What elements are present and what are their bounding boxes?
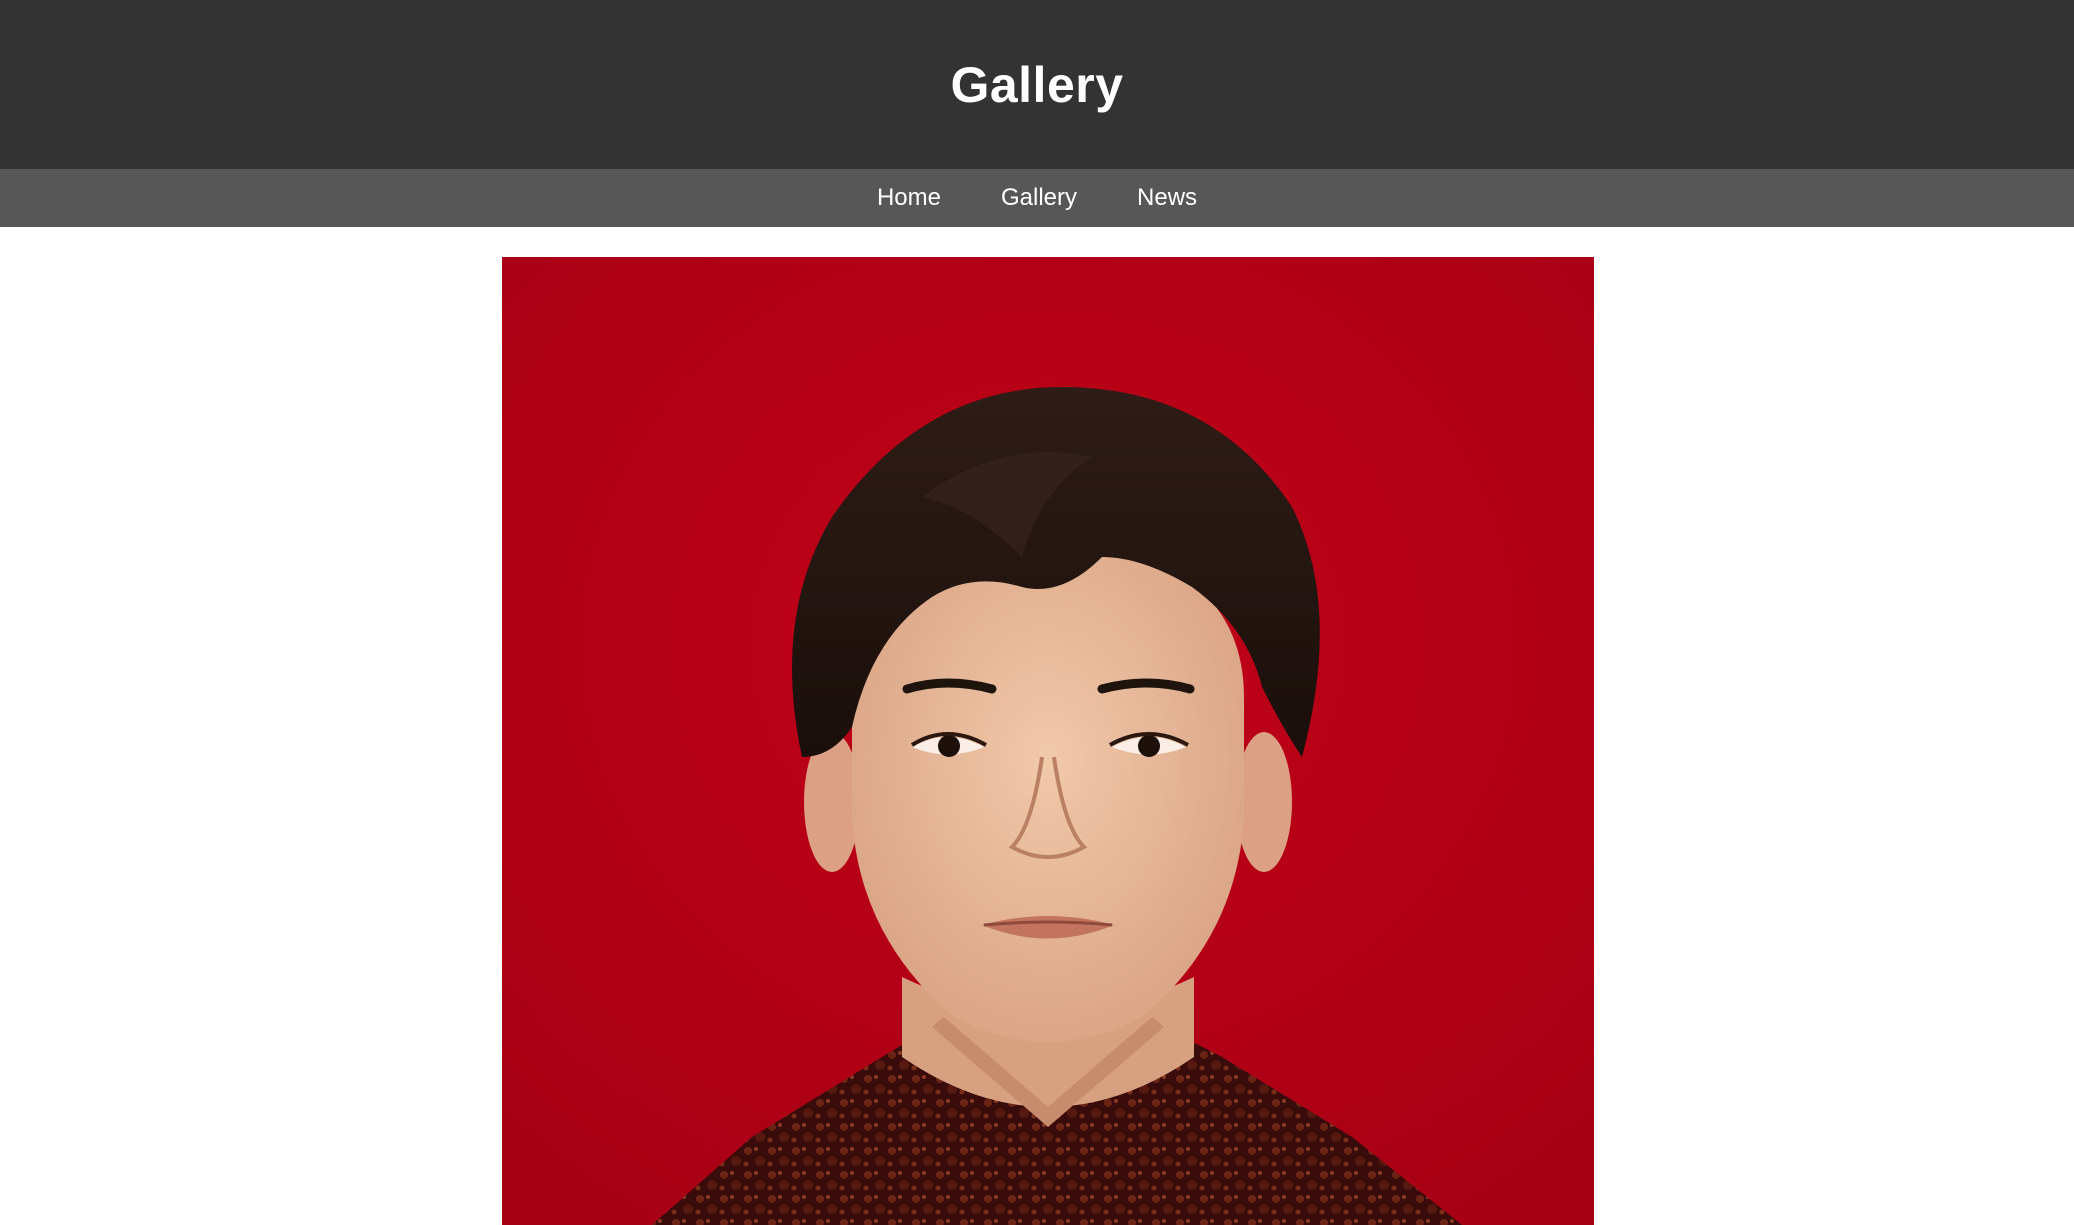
main-nav: Home Gallery News [0,169,2074,227]
nav-link-news[interactable]: News [1137,184,1197,212]
site-header: Gallery [0,0,2074,169]
nav-link-gallery[interactable]: Gallery [1001,184,1077,212]
page-title: Gallery [950,56,1124,113]
portrait-image [502,257,1594,1225]
gallery-photo [502,257,1594,1225]
nav-link-home[interactable]: Home [877,184,941,212]
